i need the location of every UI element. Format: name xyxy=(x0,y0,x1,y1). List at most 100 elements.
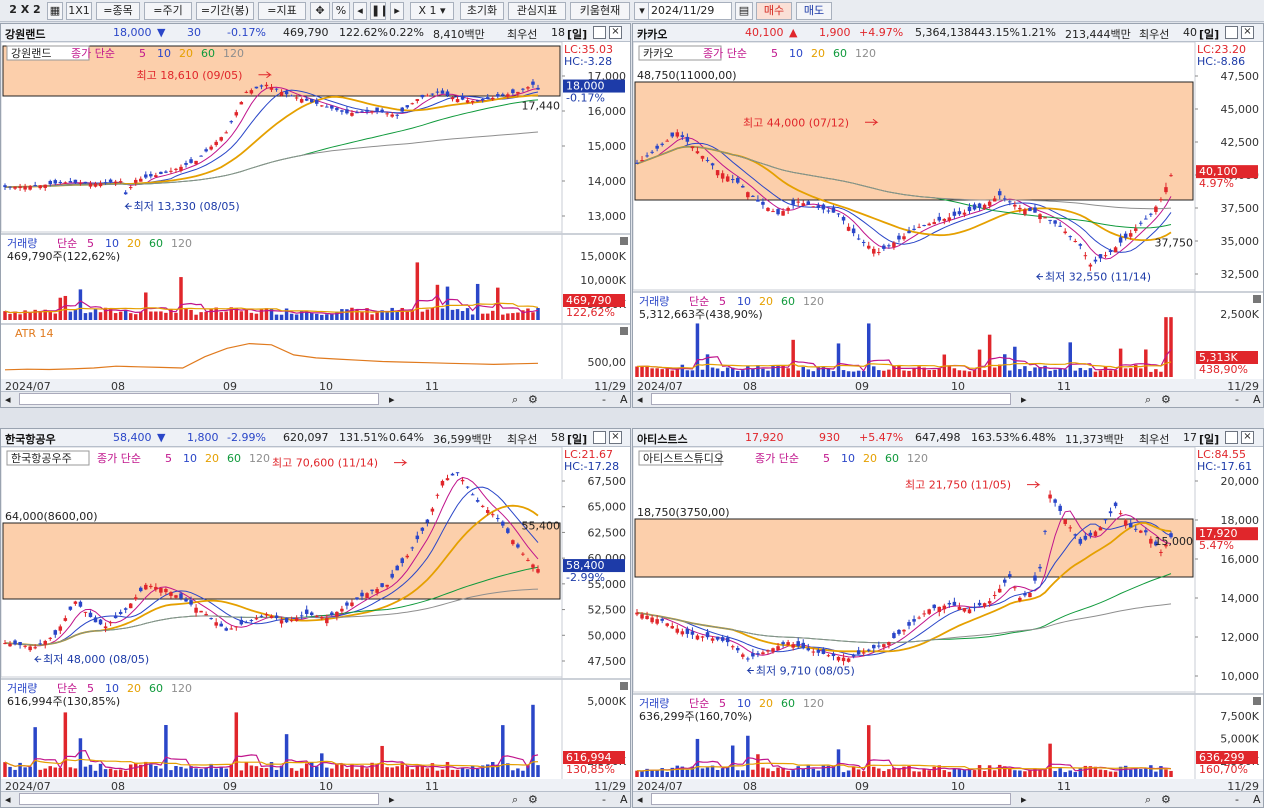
calendar-icon[interactable]: ▤ xyxy=(735,2,753,20)
zoom-a-icon[interactable]: A xyxy=(1253,793,1261,806)
gear-icon[interactable]: ⚙ xyxy=(528,393,538,406)
period-button[interactable]: =기간(봉) xyxy=(196,2,254,20)
pane-close-icon[interactable] xyxy=(620,327,628,335)
stock-name[interactable]: 아티스트스 xyxy=(637,431,688,447)
maximize-icon[interactable] xyxy=(593,431,606,444)
stock-name[interactable]: 카카오 xyxy=(637,26,667,42)
candle xyxy=(475,497,480,503)
zoom-a-icon[interactable]: A xyxy=(620,793,628,806)
maximize-icon[interactable] xyxy=(1225,26,1238,39)
maximize-icon[interactable] xyxy=(593,26,606,39)
pane-close-icon[interactable] xyxy=(1253,697,1261,705)
period-tag[interactable]: [일] xyxy=(1199,26,1219,42)
period-tag[interactable]: [일] xyxy=(567,26,587,42)
period-tag[interactable]: [일] xyxy=(1199,431,1219,447)
chart-panel-koreanair[interactable]: 한국항공우 58,400 ▼ 1,800 -2.99% 620,097 131.51% 0.6… xyxy=(0,428,631,808)
gear-icon[interactable]: ⚙ xyxy=(1161,393,1171,406)
volume-bar xyxy=(480,313,485,320)
move-icon[interactable]: ✥ xyxy=(310,2,330,20)
scroll-right-icon[interactable]: ▸ xyxy=(389,793,395,806)
next-icon[interactable]: ▸ xyxy=(390,2,404,20)
scroll-right-icon[interactable]: ▸ xyxy=(1021,793,1027,806)
scroll-left-icon[interactable]: ◂ xyxy=(637,393,643,406)
atr-line xyxy=(4,342,539,371)
search-icon[interactable]: ⌕ xyxy=(512,793,518,807)
reset-button[interactable]: 초기화 xyxy=(460,2,504,20)
volume-bar xyxy=(159,768,163,777)
candle xyxy=(1149,212,1153,217)
chart-area[interactable]: 48,750(11000,00) 카카오 종가 단순 5 10 20 60 120 최고 44,… xyxy=(633,42,1264,393)
scroll-left-icon[interactable]: ◂ xyxy=(637,793,643,806)
gear-icon[interactable]: ⚙ xyxy=(1161,793,1171,806)
close-icon[interactable]: × xyxy=(609,26,622,39)
zoom-a-icon[interactable]: A xyxy=(620,393,628,406)
indicator-button[interactable]: =지표 xyxy=(258,2,306,20)
chart-area[interactable]: 강원랜드 종가 단순 5 10 20 60 120 최고 18,610 (09/05) 최저 1… xyxy=(1,42,631,393)
volume-bar xyxy=(695,323,700,377)
chart-area[interactable]: 64,000(8600,00)한국항공우주 종가 단순 5 10 20 60 120 최고 7… xyxy=(1,447,631,793)
indicator-legend: ATR 14 xyxy=(15,327,54,340)
gear-icon[interactable]: ⚙ xyxy=(528,793,538,806)
scroll-thumb[interactable] xyxy=(651,793,1011,805)
pane-close-icon[interactable] xyxy=(620,682,628,690)
volume-bar xyxy=(1013,346,1017,377)
first-icon[interactable]: ◂ xyxy=(353,2,367,20)
cycle-button[interactable]: =주기 xyxy=(144,2,192,20)
volume-bar xyxy=(685,769,690,777)
chart-area[interactable]: 18,750(3750,00) 아티스트스튜디오 종가 단순 5 10 20 60 120 최고… xyxy=(633,447,1264,793)
chart-panel-artist[interactable]: 아티스트스 17,920 930 +5.47% 647,498 163.53% 6.48% 1… xyxy=(632,428,1264,808)
search-icon[interactable]: ⌕ xyxy=(512,393,518,407)
stock-name[interactable]: 한국항공우 xyxy=(5,431,56,447)
stock-name[interactable]: 강원랜드 xyxy=(5,26,45,42)
stock-button[interactable]: =종목 xyxy=(96,2,140,20)
zoom-out-icon[interactable]: - xyxy=(1235,793,1239,806)
volume-bar xyxy=(786,770,790,777)
candle xyxy=(345,106,349,115)
close-icon[interactable]: × xyxy=(1241,431,1254,444)
pause-icon[interactable]: ❚❚ xyxy=(370,2,386,20)
scroll-thumb[interactable] xyxy=(19,793,379,805)
volume-bar xyxy=(274,314,279,320)
buy-button[interactable]: 매수 xyxy=(756,2,792,20)
key-current-button[interactable]: 키움현재 xyxy=(570,2,630,20)
scroll-left-icon[interactable]: ◂ xyxy=(5,793,11,806)
date-input[interactable]: 2024/11/29 xyxy=(648,2,732,20)
chart-panel-kangwon[interactable]: 강원랜드 18,000 ▼ 30 -0.17% 469,790 122.62% 0.22% 8,… xyxy=(0,23,631,408)
search-icon[interactable]: ⌕ xyxy=(1145,393,1151,407)
scroll-left-icon[interactable]: ◂ xyxy=(5,393,11,406)
zoom-a-icon[interactable]: A xyxy=(1253,393,1261,406)
chart-scrollbar[interactable]: ◂ ▸ - A ⌕ ⚙ xyxy=(633,791,1263,807)
multiplier-select[interactable]: X 1 ▾ xyxy=(410,2,454,20)
layout-1x1-button[interactable]: 1X1 xyxy=(66,2,92,20)
close-icon[interactable]: × xyxy=(609,431,622,444)
scroll-thumb[interactable] xyxy=(19,393,379,405)
percent-icon[interactable]: % xyxy=(332,2,350,20)
grid-icon[interactable]: ▦ xyxy=(47,2,63,20)
close-icon[interactable]: × xyxy=(1241,26,1254,39)
volume-bar xyxy=(164,312,168,320)
chart-scrollbar[interactable]: ◂ ▸ - A ⌕ ⚙ xyxy=(1,791,630,807)
legend-ma-20: 20 xyxy=(205,452,219,465)
candle xyxy=(234,109,239,118)
search-icon[interactable]: ⌕ xyxy=(1145,793,1151,807)
scroll-right-icon[interactable]: ▸ xyxy=(1021,393,1027,406)
zoom-out-icon[interactable]: - xyxy=(602,793,606,806)
zoom-out-icon[interactable]: - xyxy=(1235,393,1239,406)
volume-bar xyxy=(866,725,871,777)
zoom-out-icon[interactable]: - xyxy=(602,393,606,406)
candle xyxy=(113,179,118,186)
sell-button[interactable]: 매도 xyxy=(796,2,832,20)
change-percent: +4.97% xyxy=(859,26,904,39)
chart-scrollbar[interactable]: ◂ ▸ - A ⌕ ⚙ xyxy=(633,391,1263,407)
pane-close-icon[interactable] xyxy=(1253,295,1261,303)
chart-scrollbar[interactable]: ◂ ▸ - A ⌕ ⚙ xyxy=(1,391,630,407)
pane-close-icon[interactable] xyxy=(620,237,628,245)
maximize-icon[interactable] xyxy=(1225,431,1238,444)
scroll-right-icon[interactable]: ▸ xyxy=(389,393,395,406)
chart-panel-kakao[interactable]: 카카오 40,100 ▲ 1,900 +4.97% 5,364,138 443.15% 1.2… xyxy=(632,23,1264,408)
watch-indicator-button[interactable]: 관심지표 xyxy=(508,2,566,20)
scroll-thumb[interactable] xyxy=(651,393,1011,405)
candle xyxy=(440,479,445,488)
period-tag[interactable]: [일] xyxy=(567,431,587,447)
volume-bar xyxy=(415,262,420,320)
